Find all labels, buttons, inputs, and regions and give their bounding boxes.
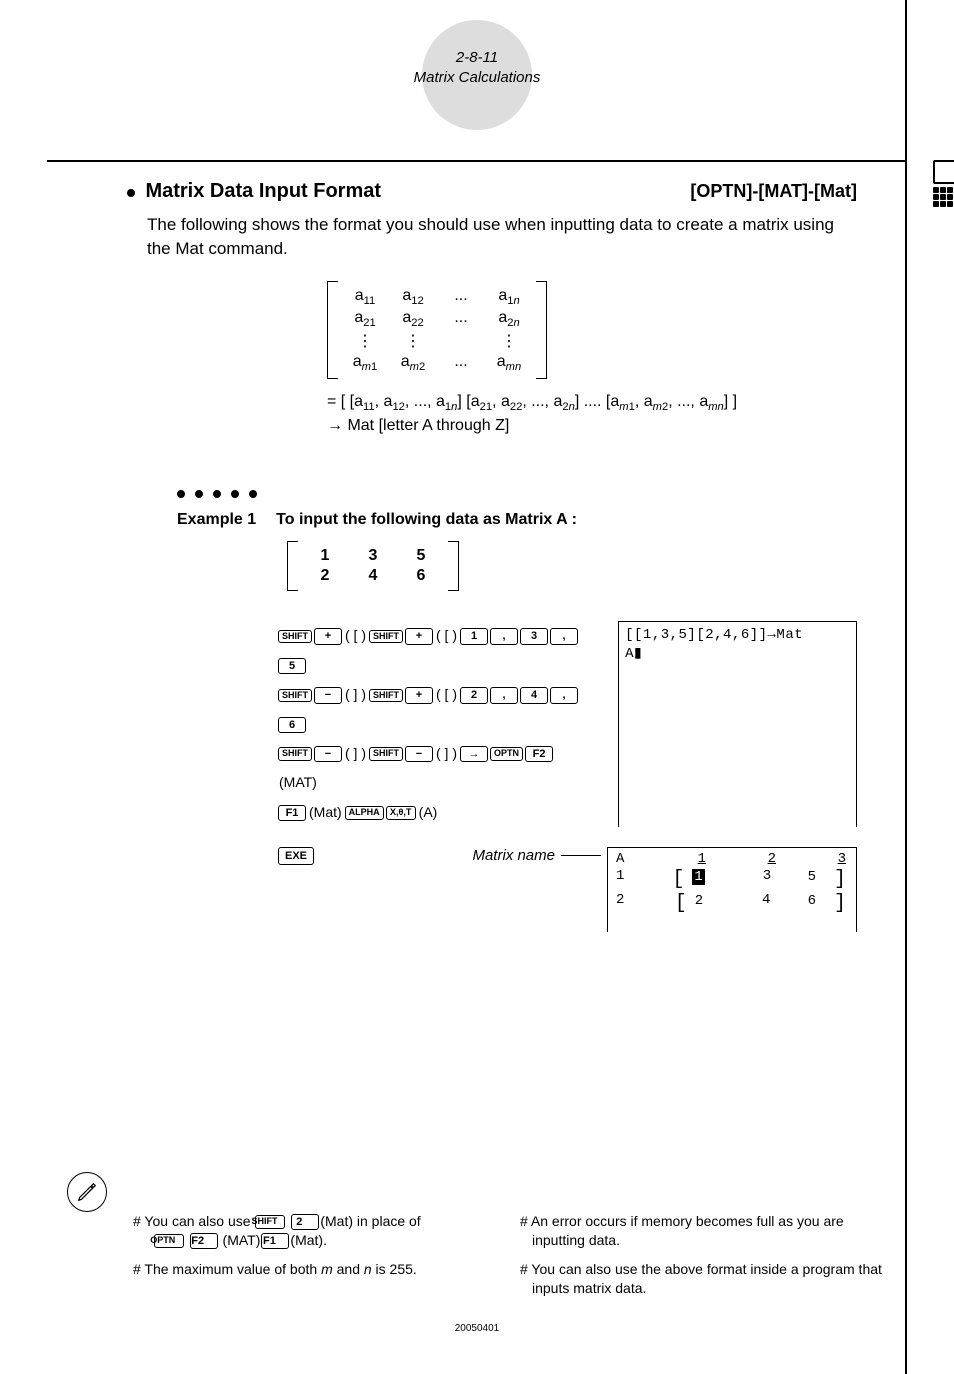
- example-text: To input the following data as Matrix A …: [276, 511, 577, 529]
- plus-key[interactable]: +: [405, 628, 433, 644]
- shift-key[interactable]: SHIFT: [369, 747, 403, 761]
- page-header: 2-8-11 Matrix Calculations: [47, 20, 907, 110]
- comma-key[interactable]: ,: [490, 687, 518, 703]
- page-divider: [905, 0, 907, 1374]
- section-tag: [OPTN]-[MAT]-[Mat]: [690, 181, 857, 202]
- shift-key[interactable]: SHIFT: [278, 689, 312, 703]
- leader-line: [561, 855, 601, 856]
- xot-key[interactable]: X,θ,T: [386, 806, 416, 820]
- shift-key[interactable]: SHIFT: [278, 630, 312, 644]
- horizontal-rule: [47, 160, 907, 162]
- minus-key[interactable]: −: [405, 746, 433, 762]
- comma-key[interactable]: ,: [490, 628, 518, 644]
- calc-screen-2: A 1 2 3 1 [1 3 5] 2 [2 4: [607, 847, 857, 932]
- comma-key[interactable]: ,: [550, 687, 578, 703]
- optn-key[interactable]: OPTN: [490, 747, 523, 761]
- arrow-key[interactable]: →: [460, 746, 488, 762]
- pencil-icon: [67, 1172, 107, 1212]
- page-section-title: Matrix Calculations: [47, 68, 907, 88]
- matrix-equation: = [ [a11, a12, ..., a1n] [a21, a22, ...,…: [327, 393, 857, 413]
- bullet-icon: [127, 189, 135, 197]
- calculator-icon: [933, 160, 954, 207]
- minus-key[interactable]: −: [314, 746, 342, 762]
- matrix-arrow-line: → Mat [letter A through Z]: [327, 417, 857, 435]
- footnote-left: # You can also use SHIFT 2(Mat) in place…: [133, 1212, 500, 1289]
- calc-screen-1: [[1,3,5][2,4,6]]→Mat A▮: [618, 621, 857, 827]
- three-key[interactable]: 3: [520, 628, 548, 644]
- alpha-key[interactable]: ALPHA: [345, 806, 384, 820]
- intro-text: The following shows the format you shoul…: [147, 213, 857, 261]
- matrix-name-label: Matrix name: [472, 847, 555, 864]
- footer-date: 20050401: [47, 1323, 907, 1334]
- key-sequence: SHIFT+( [ )SHIFT+( [ )1,3,5 SHIFT−( ] )S…: [277, 621, 588, 827]
- four-key[interactable]: 4: [520, 687, 548, 703]
- section-title: Matrix Data Input Format: [145, 180, 381, 202]
- shift-key[interactable]: SHIFT: [369, 689, 403, 703]
- example-dots: [177, 485, 857, 503]
- comma-key[interactable]: ,: [550, 628, 578, 644]
- page-ref: 2-8-11: [47, 48, 907, 68]
- five-key[interactable]: 5: [278, 658, 306, 674]
- footnote-right: # An error occurs if memory becomes full…: [520, 1212, 887, 1308]
- example-matrix: 135 246: [287, 541, 857, 591]
- example-label: Example 1: [177, 511, 256, 529]
- plus-key[interactable]: +: [314, 628, 342, 644]
- shift-key[interactable]: SHIFT: [278, 747, 312, 761]
- f1-key[interactable]: F1: [278, 805, 306, 821]
- f2-key[interactable]: F2: [525, 746, 553, 762]
- two-key[interactable]: 2: [460, 687, 488, 703]
- exe-key[interactable]: EXE: [278, 847, 314, 865]
- six-key[interactable]: 6: [278, 717, 306, 733]
- one-key[interactable]: 1: [460, 628, 488, 644]
- general-matrix-block: a11a12...a1n a21a22...a2n ⋮⋮⋮ am1am2...a…: [327, 281, 857, 436]
- plus-key[interactable]: +: [405, 687, 433, 703]
- shift-key[interactable]: SHIFT: [369, 630, 403, 644]
- minus-key[interactable]: −: [314, 687, 342, 703]
